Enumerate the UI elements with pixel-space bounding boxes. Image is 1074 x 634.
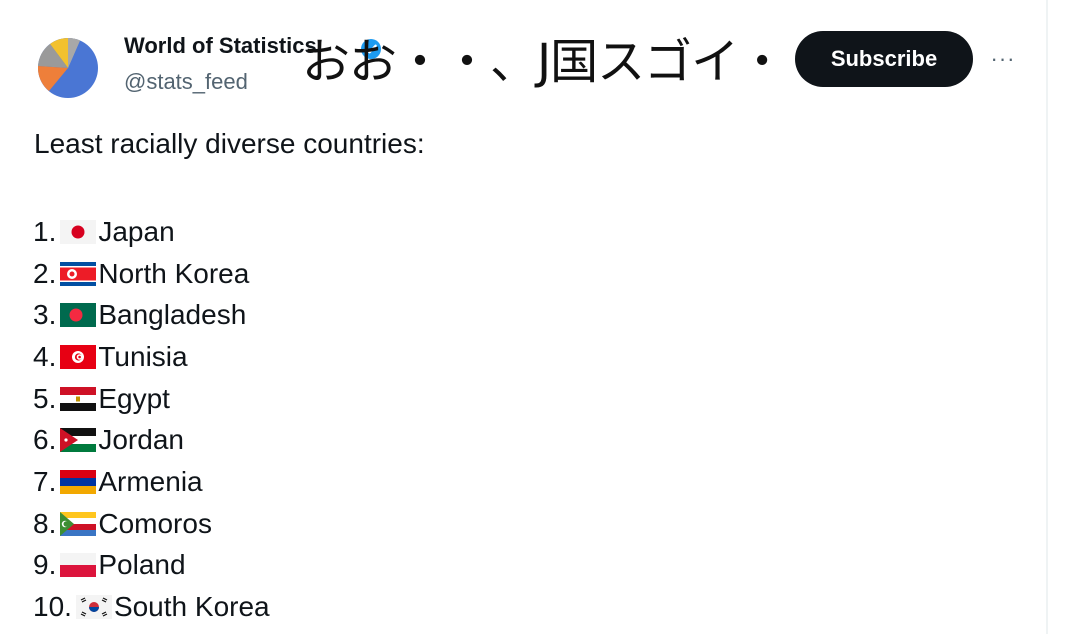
- list-number: 8.: [33, 507, 57, 539]
- account-handle[interactable]: @stats_feed: [124, 69, 248, 95]
- south-korea-flag-icon: [75, 595, 112, 620]
- north-korea-flag-icon: [60, 261, 97, 286]
- list-number: 2.: [33, 257, 57, 289]
- tunisia-flag-icon: [60, 344, 97, 369]
- list-item: 7. Armenia: [33, 461, 270, 503]
- country-label: North Korea: [98, 257, 250, 289]
- country-label: Jordan: [98, 424, 184, 456]
- poland-flag-icon: [60, 553, 97, 578]
- overlay-caption: おお・・、J国スゴイ・・・: [302, 34, 880, 90]
- subscribe-button[interactable]: Subscribe: [795, 31, 973, 87]
- list-item: 1. Japan: [33, 211, 270, 253]
- tweet-intro-text: Least racially diverse countries:: [34, 128, 425, 159]
- country-label: Japan: [98, 215, 175, 247]
- list-number: 4.: [33, 340, 57, 372]
- list-number: 7.: [33, 465, 57, 497]
- bangladesh-flag-icon: [60, 303, 97, 328]
- list-item: 2. North Korea: [33, 253, 270, 295]
- comoros-flag-icon: [60, 511, 97, 536]
- list-item: 8. Comoros: [33, 503, 270, 545]
- japan-flag-icon: [60, 219, 97, 244]
- country-label: Comoros: [98, 507, 212, 539]
- list-number: 9.: [33, 549, 57, 581]
- country-label: Bangladesh: [98, 299, 247, 331]
- egypt-flag-icon: [60, 386, 97, 411]
- avatar-pie-chart-icon[interactable]: [37, 37, 99, 99]
- list-item: 6. Jordan: [33, 419, 270, 461]
- armenia-flag-icon: [60, 469, 97, 494]
- more-options-icon[interactable]: ···: [988, 44, 1018, 74]
- list-number: 3.: [33, 299, 57, 331]
- list-number: 5.: [33, 382, 57, 414]
- country-label: South Korea: [113, 591, 270, 623]
- list-item: 3. Bangladesh: [33, 294, 270, 336]
- country-label: Armenia: [98, 465, 203, 497]
- tweet-card: World of Statistics @stats_feed おお・・、J国ス…: [0, 0, 1046, 634]
- country-label: Poland: [98, 549, 186, 581]
- list-item: 9. Poland: [33, 545, 270, 587]
- list-item: 5. Egypt: [33, 378, 270, 420]
- country-list: 1. Japan 2. North Korea 3. Bangladesh 4.: [33, 211, 270, 628]
- list-item: 4. Tunisia: [33, 336, 270, 378]
- list-number: 6.: [33, 424, 57, 456]
- list-item: 10. South Korea: [33, 586, 270, 628]
- divider: [1046, 0, 1048, 634]
- country-label: Egypt: [98, 382, 170, 414]
- account-name[interactable]: World of Statistics: [124, 33, 317, 59]
- jordan-flag-icon: [60, 428, 97, 453]
- country-label: Tunisia: [98, 340, 188, 372]
- list-number: 10.: [33, 591, 72, 623]
- list-number: 1.: [33, 215, 57, 247]
